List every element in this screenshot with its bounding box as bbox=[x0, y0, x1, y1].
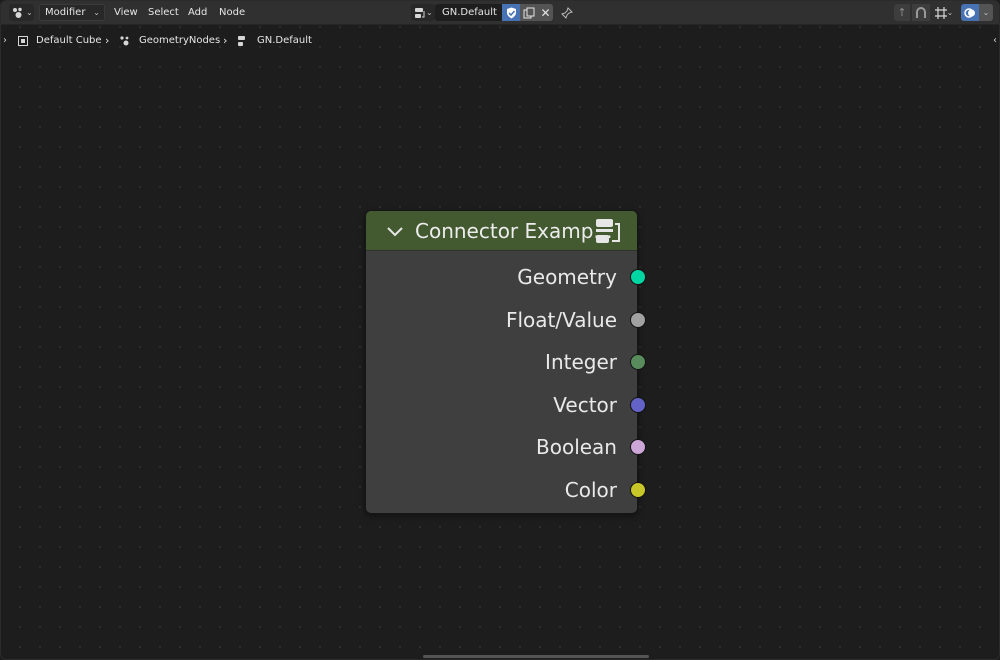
expand-left-arrow-icon[interactable]: › bbox=[3, 35, 7, 46]
duplicate-tree-button[interactable] bbox=[520, 4, 538, 21]
node-editor-window: ⌄ Modifier ⌄ View Select Add Node ⌄ GN.D… bbox=[0, 0, 1000, 660]
overlays-dropdown[interactable]: ⌄ bbox=[979, 4, 993, 21]
menu-node[interactable]: Node bbox=[214, 4, 250, 21]
chevron-down-icon: ⌄ bbox=[982, 8, 990, 17]
node-title: Connector Examp... bbox=[415, 219, 613, 243]
output-socket[interactable] bbox=[630, 354, 646, 370]
socket-label: Boolean bbox=[536, 435, 617, 459]
node-editor-icon bbox=[13, 7, 22, 18]
socket-row-vector: Vector bbox=[366, 391, 646, 421]
node-tree-icon bbox=[238, 36, 245, 46]
horizontal-scrollbar[interactable] bbox=[423, 655, 649, 658]
breadcrumb-node-group: GN.Default bbox=[257, 35, 312, 46]
menu-add[interactable]: Add bbox=[183, 4, 212, 21]
menu-select[interactable]: Select bbox=[143, 4, 184, 21]
node-tree-browse-button[interactable]: ⌄ bbox=[411, 4, 435, 21]
pin-icon bbox=[561, 6, 573, 19]
editor-header: ⌄ Modifier ⌄ View Select Add Node ⌄ GN.D… bbox=[1, 1, 999, 25]
expand-right-arrow-icon[interactable]: ‹ bbox=[993, 35, 997, 46]
socket-label: Vector bbox=[553, 393, 617, 417]
chevron-down-icon: ⌄ bbox=[426, 8, 433, 17]
socket-row-boolean: Boolean bbox=[366, 433, 646, 463]
node-group-icon[interactable] bbox=[593, 216, 623, 246]
close-icon: ✕ bbox=[540, 5, 551, 20]
snap-grid-icon bbox=[934, 6, 947, 19]
socket-label: Float/Value bbox=[505, 308, 617, 332]
chevron-down-icon: ⌄ bbox=[946, 8, 954, 17]
chevron-down-icon: ⌄ bbox=[26, 8, 33, 17]
socket-row-integer: Integer bbox=[366, 348, 646, 378]
pin-button[interactable] bbox=[559, 4, 575, 21]
output-socket[interactable] bbox=[630, 482, 646, 498]
breadcrumb-modifier: GeometryNodes bbox=[139, 35, 221, 46]
arrow-up-icon: ↑ bbox=[897, 6, 907, 19]
output-socket[interactable] bbox=[630, 269, 646, 285]
mode-dropdown[interactable]: Modifier ⌄ bbox=[39, 4, 105, 21]
node-tree-name-field[interactable]: GN.Default bbox=[435, 4, 502, 21]
group-input-node[interactable]: Connector Examp... Geometry Float/Value In… bbox=[365, 210, 646, 514]
object-icon bbox=[18, 36, 28, 46]
breadcrumb-object: Default Cube bbox=[36, 35, 102, 46]
socket-row-color: Color bbox=[366, 476, 646, 506]
breadcrumb-separator-icon: › bbox=[223, 34, 228, 47]
breadcrumb-separator-icon: › bbox=[105, 34, 110, 47]
link-wrap-button[interactable] bbox=[912, 4, 930, 21]
output-socket[interactable] bbox=[630, 397, 646, 413]
duplicate-icon bbox=[523, 7, 535, 18]
output-socket[interactable] bbox=[630, 312, 646, 328]
socket-row-float-value: Float/Value bbox=[366, 306, 646, 336]
mode-label: Modifier bbox=[45, 7, 86, 18]
overlay-icon bbox=[964, 7, 975, 18]
editor-type-selector[interactable]: ⌄ bbox=[9, 4, 34, 21]
socket-label: Integer bbox=[545, 350, 617, 374]
magnet-icon bbox=[916, 6, 926, 18]
fake-user-toggle[interactable] bbox=[502, 4, 520, 21]
geometry-nodes-icon bbox=[120, 36, 129, 46]
socket-label: Color bbox=[564, 478, 617, 502]
socket-row-geometry: Geometry bbox=[366, 263, 646, 293]
chevron-down-icon[interactable] bbox=[386, 222, 404, 240]
shield-icon bbox=[506, 7, 516, 18]
overlays-toggle[interactable] bbox=[961, 4, 979, 21]
chevron-down-icon: ⌄ bbox=[93, 8, 100, 17]
menu-view[interactable]: View bbox=[109, 4, 143, 21]
snap-dropdown[interactable]: ⌄ bbox=[930, 4, 958, 21]
parent-node-tree-button[interactable]: ↑ bbox=[894, 4, 910, 21]
output-socket[interactable] bbox=[630, 439, 646, 455]
node-tree-icon bbox=[415, 7, 425, 18]
socket-label: Geometry bbox=[517, 265, 617, 289]
unlink-tree-button[interactable]: ✕ bbox=[538, 4, 553, 21]
node-header[interactable]: Connector Examp... bbox=[366, 211, 637, 251]
breadcrumb: › Default Cube › GeometryNodes › GN.Defa… bbox=[1, 31, 999, 51]
